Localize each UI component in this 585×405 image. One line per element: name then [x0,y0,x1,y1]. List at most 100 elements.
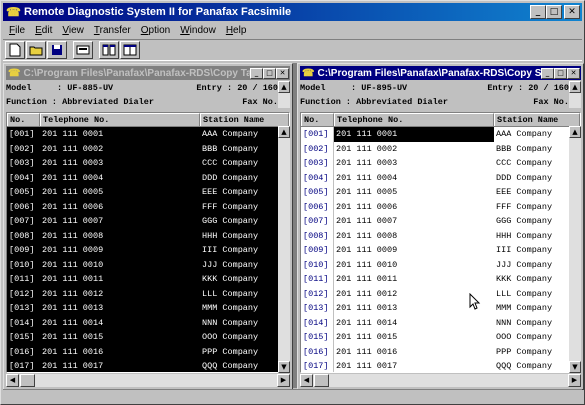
menu-file[interactable]: File [5,25,31,36]
scroll-left-arrow-icon[interactable]: ◀ [6,374,19,387]
column-header-station[interactable]: Station Name [494,113,580,126]
table-row[interactable]: [007] 201 111 0007 GGG Company [7,214,289,229]
minimize-button[interactable]: _ [530,5,546,19]
horizontal-scrollbar[interactable]: ◀ ▶ [300,374,581,387]
target-copy-window[interactable]: ☎ C:\Program Files\Panafax\Panafax-RDS\C… [3,63,293,390]
vertical-scrollbar[interactable]: ▲ ▼ [278,126,290,373]
app-titlebar[interactable]: ☎ Remote Diagnostic System II for Panafa… [3,3,582,21]
row-number: [010] [301,257,334,272]
station-name: HHH Company [202,230,259,241]
table-row[interactable]: [002] 201 111 0002 BBB Company [7,141,289,156]
scroll-right-arrow-icon[interactable]: ▶ [277,374,290,387]
table-row[interactable]: [006] 201 111 0006 FFF Company [7,199,289,214]
source-window-titlebar[interactable]: ☎ C:\Program Files\Panafax\Panafax-RDS\C… [300,66,581,80]
scroll-right-arrow-icon[interactable]: ▶ [568,374,581,387]
table-row[interactable]: [004] 201 111 0004 DDD Company [301,170,580,185]
maximize-button[interactable]: □ [554,67,567,79]
minimize-button[interactable]: _ [541,67,554,79]
row-number: [006] [7,199,40,214]
menu-edit[interactable]: Edit [31,25,58,36]
column-header-telephone[interactable]: Telephone No. [40,113,200,126]
table-row[interactable]: [016] 201 111 0016 PPP Company [7,344,289,359]
table-row[interactable]: [013] 201 111 0013 MMM Company [301,301,580,316]
scroll-left-arrow-icon[interactable]: ◀ [300,374,313,387]
table-row[interactable]: [011] 201 111 0011 KKK Company [7,272,289,287]
close-button[interactable]: ✕ [276,67,289,79]
maximize-button[interactable]: □ [263,67,276,79]
app-icon: ☎ [6,5,21,19]
new-document-icon[interactable] [5,41,25,59]
table-row[interactable]: [008] 201 111 0008 HHH Company [7,228,289,243]
table-row[interactable]: [012] 201 111 0012 LLL Company [7,286,289,301]
table-row[interactable]: [017] 201 111 0017 QQQ Company [7,359,289,372]
station-name: EEE Company [202,187,259,197]
scroll-thumb[interactable] [20,374,35,387]
scroll-up-arrow-icon[interactable]: ▲ [569,81,581,93]
minimize-button[interactable]: _ [250,67,263,79]
cascade-windows-icon[interactable] [120,41,140,59]
telephone-number: 201 111 0017 [42,361,104,371]
table-row[interactable]: [003] 201 111 0003 CCC Company [7,156,289,171]
info-scrollbar[interactable]: ▲ [278,81,290,108]
telephone-number: 201 111 0010 [42,259,104,270]
row-number: [013] [301,301,334,316]
table-row[interactable]: [017] 201 111 0017 QQQ Company [301,359,580,372]
column-header-no[interactable]: No. [7,113,40,126]
close-button[interactable]: ✕ [567,67,580,79]
tile-windows-icon[interactable] [99,41,119,59]
open-folder-icon[interactable] [26,41,46,59]
table-row[interactable]: [014] 201 111 0014 NNN Company [301,315,580,330]
table-row[interactable]: [014] 201 111 0014 NNN Company [7,315,289,330]
scroll-thumb[interactable] [314,374,329,387]
target-window-titlebar[interactable]: ☎ C:\Program Files\Panafax\Panafax-RDS\C… [6,66,290,80]
table-row[interactable]: [009] 201 111 0009 III Company [7,243,289,258]
table-row[interactable]: [011] 201 111 0011 KKK Company [301,272,580,287]
table-row[interactable]: [007] 201 111 0007 GGG Company [301,214,580,229]
column-header-station[interactable]: Station Name [200,113,289,126]
close-button[interactable]: ✕ [564,5,580,19]
column-header-no[interactable]: No. [301,113,334,126]
table-row[interactable]: [010] 201 111 0010 JJJ Company [7,257,289,272]
menu-view[interactable]: View [58,25,90,36]
row-number: [016] [7,344,40,359]
table-row[interactable]: [013] 201 111 0013 MMM Company [7,301,289,316]
station-name: MMM Company [496,303,553,313]
info-scrollbar[interactable]: ▲ [569,81,581,108]
table-row[interactable]: [002] 201 111 0002 BBB Company [301,141,580,156]
table-row[interactable]: [010] 201 111 0010 JJJ Company [301,257,580,272]
menu-help[interactable]: Help [222,25,253,36]
column-header-telephone[interactable]: Telephone No. [334,113,494,126]
row-number: [010] [7,257,40,272]
table-row[interactable]: [005] 201 111 0005 EEE Company [301,185,580,200]
table-row[interactable]: [001] 201 111 0001 AAA Company [7,127,289,142]
table-row[interactable]: [003] 201 111 0003 CCC Company [301,156,580,171]
save-icon[interactable] [47,41,67,59]
menu-option[interactable]: Option [137,25,176,36]
table-row[interactable]: [012] 201 111 0012 LLL Company [301,286,580,301]
table-row[interactable]: [008] 201 111 0008 HHH Company [301,228,580,243]
table-row[interactable]: [016] 201 111 0016 PPP Company [301,344,580,359]
vertical-scrollbar[interactable]: ▲ ▼ [569,126,581,373]
scroll-up-arrow-icon[interactable]: ▲ [278,126,290,138]
scroll-down-arrow-icon[interactable]: ▼ [569,361,581,373]
scroll-up-arrow-icon[interactable]: ▲ [569,126,581,138]
maximize-button[interactable]: □ [546,5,562,19]
mouse-cursor-icon [469,293,481,310]
transfer-icon[interactable] [73,41,93,59]
table-row[interactable]: [001] 201 111 0001 AAA Company [301,127,580,142]
row-number: [012] [7,286,40,301]
source-copy-window[interactable]: ☎ C:\Program Files\Panafax\Panafax-RDS\C… [297,63,584,390]
scroll-up-arrow-icon[interactable]: ▲ [278,81,290,93]
menu-window[interactable]: Window [176,25,222,36]
horizontal-scrollbar[interactable]: ◀ ▶ [6,374,290,387]
table-row[interactable]: [004] 201 111 0004 DDD Company [7,170,289,185]
table-row[interactable]: [015] 201 111 0015 OOO Company [7,330,289,345]
table-row[interactable]: [009] 201 111 0009 III Company [301,243,580,258]
menu-transfer[interactable]: Transfer [90,25,137,36]
table-row[interactable]: [006] 201 111 0006 FFF Company [301,199,580,214]
table-row[interactable]: [015] 201 111 0015 OOO Company [301,330,580,345]
telephone-number: 201 111 0002 [336,143,398,154]
scroll-down-arrow-icon[interactable]: ▼ [278,361,290,373]
table-row[interactable]: [005] 201 111 0005 EEE Company [7,185,289,200]
row-number: [008] [7,228,40,243]
